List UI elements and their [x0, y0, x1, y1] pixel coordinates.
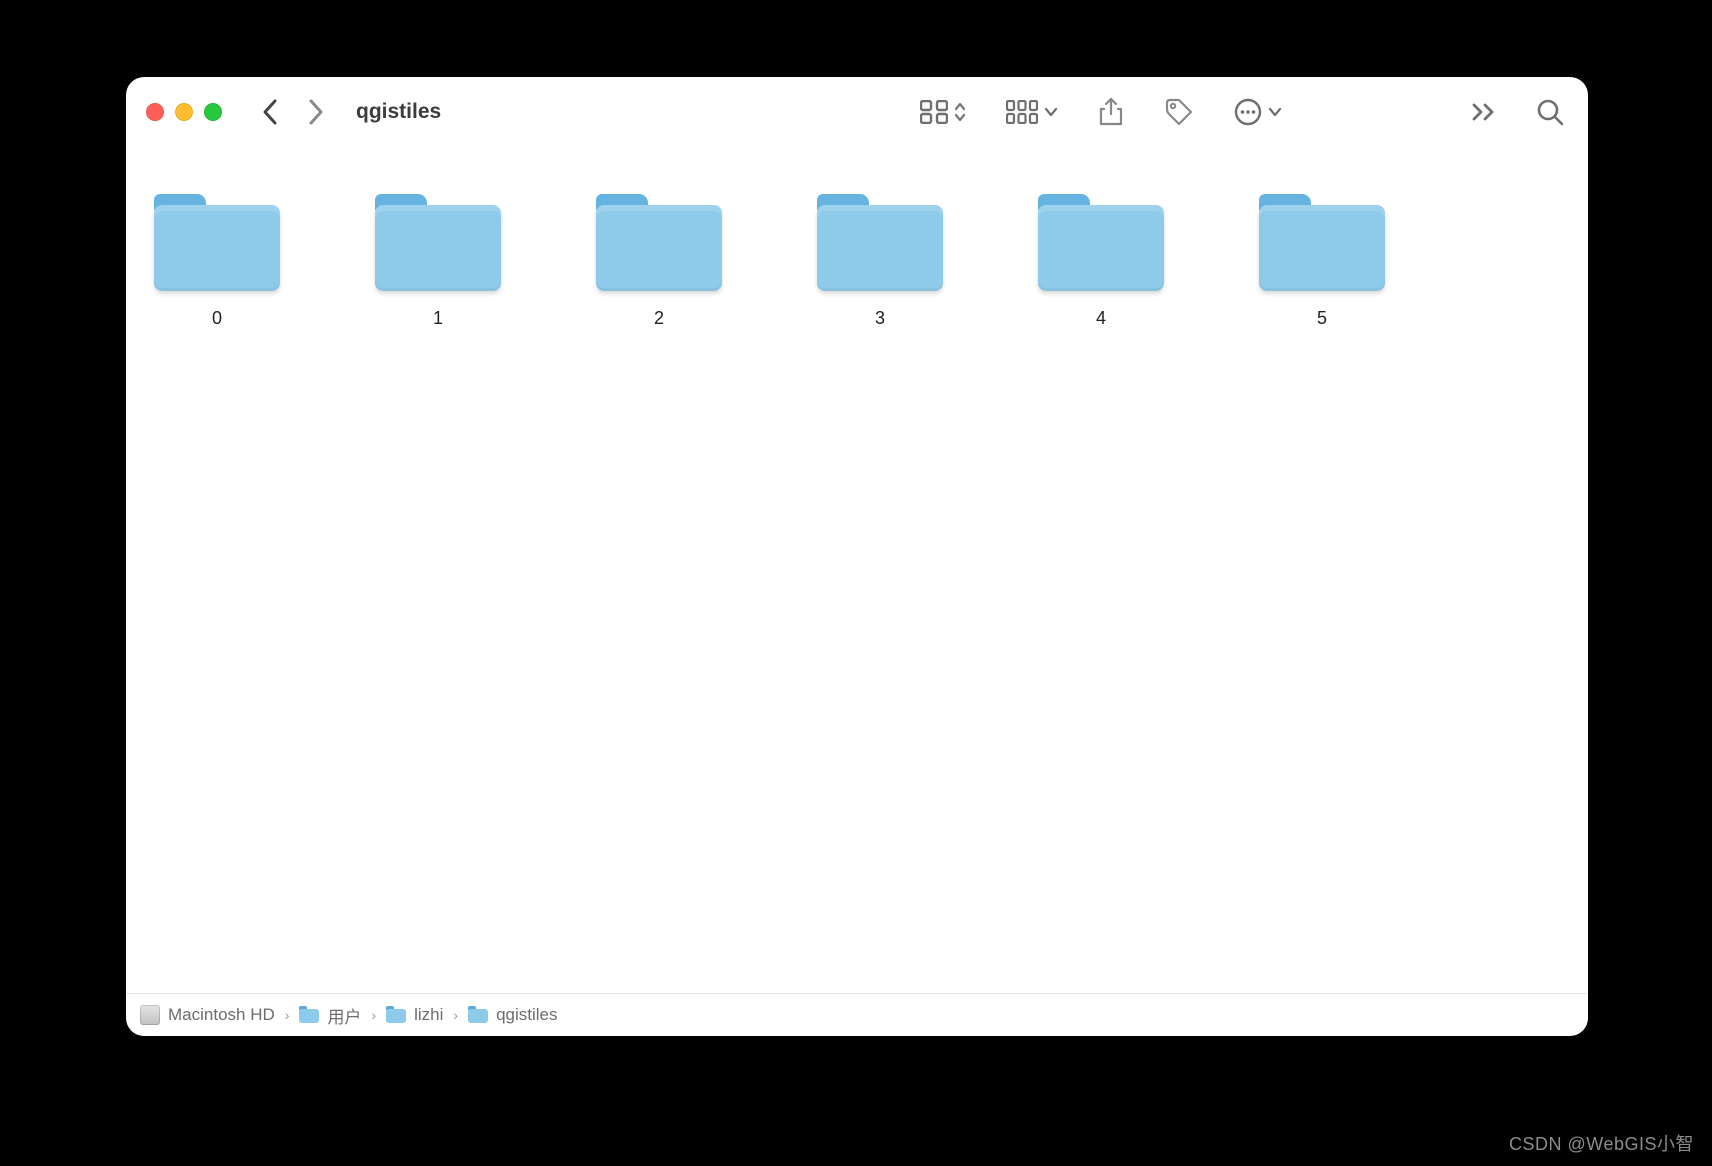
updown-icon: [954, 101, 966, 123]
path-segment-label: 用户: [327, 1003, 361, 1028]
finder-window: qgistiles: [126, 77, 1588, 1036]
content-area[interactable]: 0 1 2 3 4 5: [126, 148, 1588, 993]
path-separator: ›: [283, 1007, 292, 1023]
chevron-down-icon: [1268, 107, 1282, 117]
folder-item[interactable]: 5: [1259, 192, 1385, 329]
folder-icon: [375, 192, 501, 294]
navigation-buttons: [262, 98, 324, 126]
folder-label: 3: [875, 308, 885, 329]
folder-label: 5: [1317, 308, 1327, 329]
folder-label: 0: [212, 308, 222, 329]
chevron-right-icon: [306, 98, 324, 126]
chevron-left-icon: [262, 98, 280, 126]
zoom-window-button[interactable]: [204, 103, 222, 121]
tag-icon: [1164, 97, 1194, 127]
items-grid: 0 1 2 3 4 5: [154, 192, 1560, 329]
search-icon: [1536, 98, 1564, 126]
folder-icon: [154, 192, 280, 294]
window-controls: [146, 103, 222, 121]
forward-button[interactable]: [306, 98, 324, 126]
close-window-button[interactable]: [146, 103, 164, 121]
folder-icon: [1038, 192, 1164, 294]
folder-label: 4: [1096, 308, 1106, 329]
view-mode-button[interactable]: [920, 100, 966, 124]
double-chevron-right-icon: [1472, 103, 1496, 121]
folder-item[interactable]: 0: [154, 192, 280, 329]
window-title: qgistiles: [356, 100, 441, 124]
folder-icon: [596, 192, 722, 294]
share-icon: [1098, 97, 1124, 127]
path-segment[interactable]: qgistiles: [468, 1005, 557, 1025]
folder-label: 2: [654, 308, 664, 329]
disk-icon: [140, 1005, 160, 1025]
path-segment[interactable]: 用户: [299, 1003, 361, 1028]
toolbar-right: [920, 97, 1564, 127]
path-segment[interactable]: Macintosh HD: [140, 1005, 275, 1025]
path-separator: ›: [451, 1007, 460, 1023]
path-segment-label: Macintosh HD: [168, 1005, 275, 1025]
share-button[interactable]: [1098, 97, 1124, 127]
path-segment-label: lizhi: [414, 1005, 443, 1025]
home-icon: [386, 1005, 406, 1025]
path-separator: ›: [369, 1007, 378, 1023]
folder-label: 1: [433, 308, 443, 329]
action-menu-button[interactable]: [1234, 98, 1282, 126]
overflow-button[interactable]: [1472, 103, 1496, 121]
folder-item[interactable]: 4: [1038, 192, 1164, 329]
folder-icon: [817, 192, 943, 294]
folder-item[interactable]: 1: [375, 192, 501, 329]
watermark-text: CSDN @WebGIS小智: [1509, 1130, 1694, 1156]
folder-item[interactable]: 2: [596, 192, 722, 329]
grid-icon: [920, 100, 948, 124]
chevron-down-icon: [1044, 107, 1058, 117]
folder-icon: [299, 1005, 319, 1025]
tags-button[interactable]: [1164, 97, 1194, 127]
path-segment-label: qgistiles: [496, 1005, 557, 1025]
folder-icon: [1259, 192, 1385, 294]
path-segment[interactable]: lizhi: [386, 1005, 443, 1025]
grouping-icon: [1006, 100, 1038, 124]
ellipsis-circle-icon: [1234, 98, 1262, 126]
folder-icon: [468, 1005, 488, 1025]
path-bar: Macintosh HD › 用户 › lizhi › qgistiles: [126, 993, 1588, 1036]
search-button[interactable]: [1536, 98, 1564, 126]
folder-item[interactable]: 3: [817, 192, 943, 329]
group-by-button[interactable]: [1006, 100, 1058, 124]
minimize-window-button[interactable]: [175, 103, 193, 121]
toolbar: qgistiles: [126, 77, 1588, 148]
back-button[interactable]: [262, 98, 280, 126]
